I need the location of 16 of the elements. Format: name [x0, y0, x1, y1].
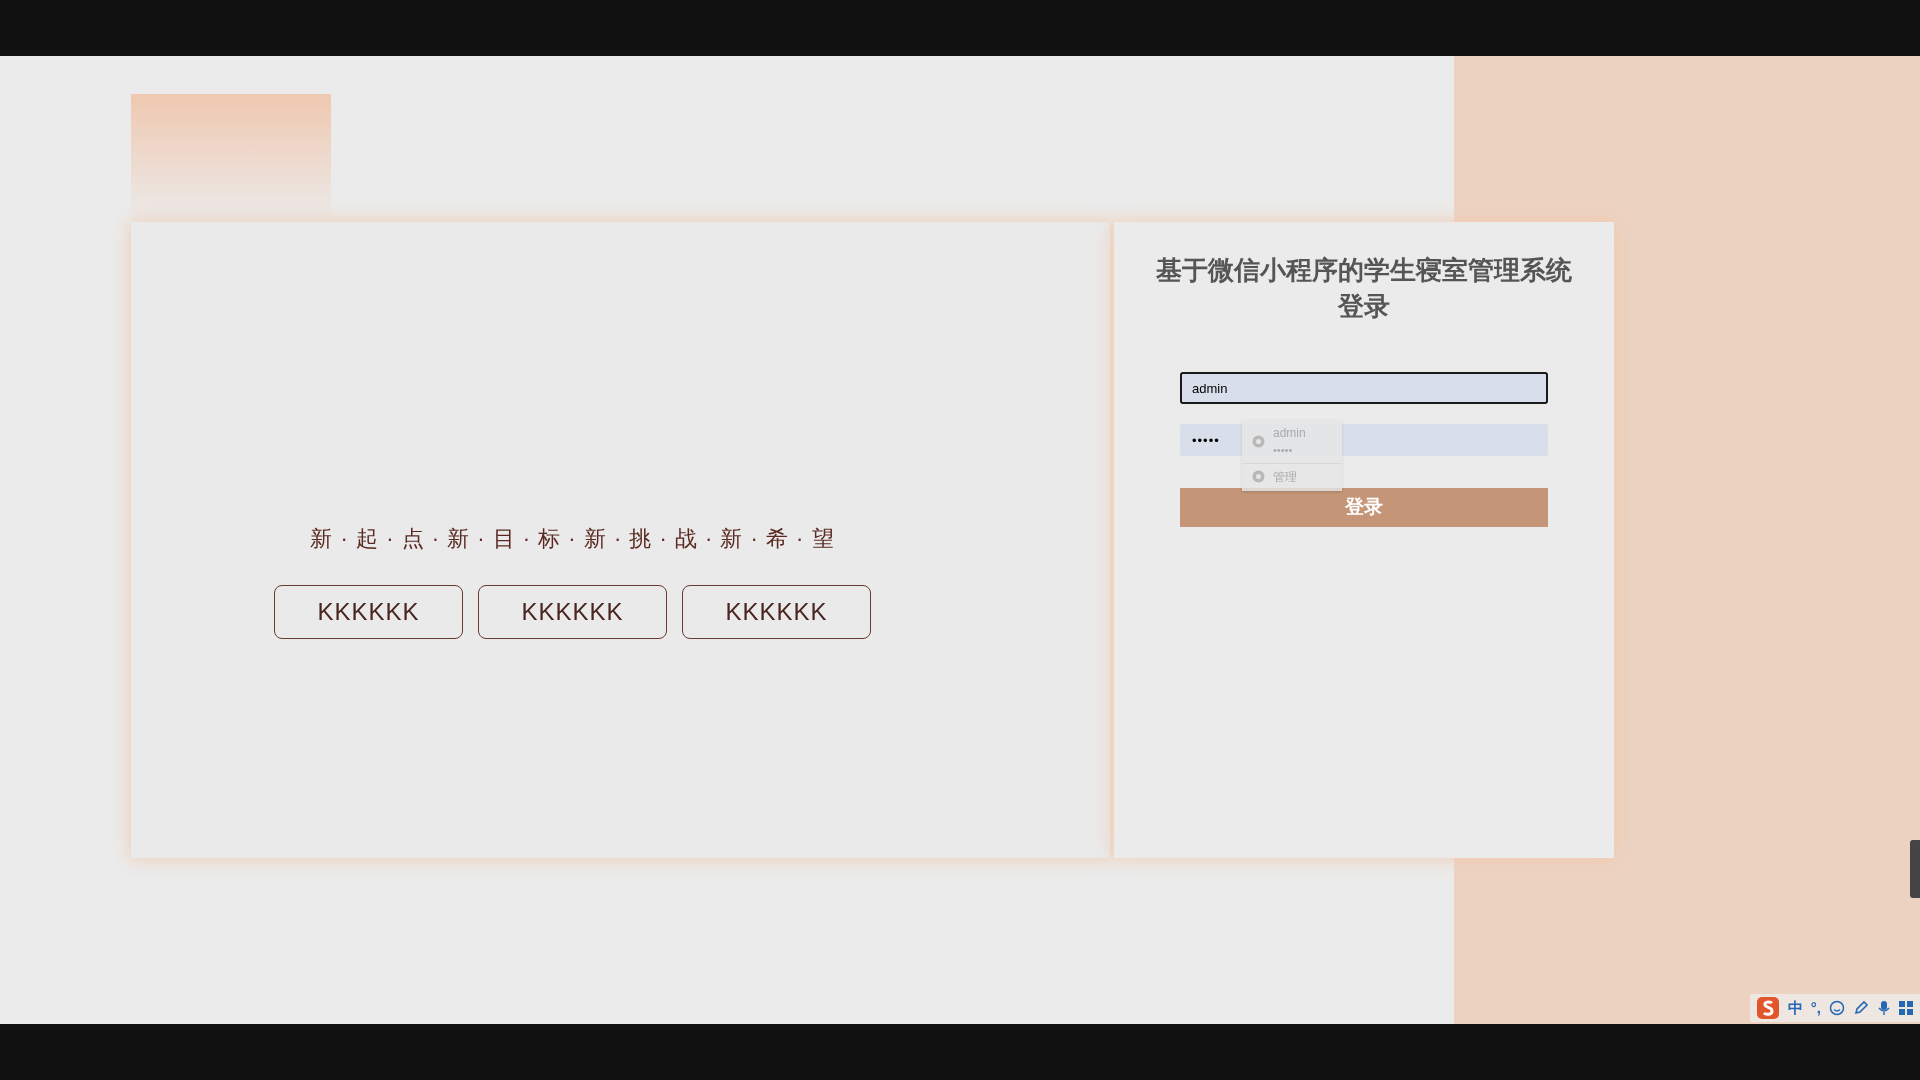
- ime-mode[interactable]: 中: [1787, 996, 1803, 1020]
- microphone-icon[interactable]: [1877, 1000, 1891, 1016]
- hero-button[interactable]: KKKKKK: [478, 584, 667, 639]
- pen-icon[interactable]: [1853, 1000, 1869, 1016]
- grid-icon[interactable]: [1899, 1000, 1914, 1016]
- slogan: 新 · 起 · 点 · 新 · 目 · 标 · 新 · 挑 · 战 · 新 · 希 · 望: [310, 524, 835, 553]
- smiley-icon[interactable]: [1829, 1000, 1845, 1016]
- hero-button[interactable]: KKKKKK: [274, 584, 463, 639]
- autofill-detail: •••••: [1273, 443, 1294, 458]
- ime-mode[interactable]: °,: [1810, 996, 1821, 1020]
- ime-logo-icon: [1755, 996, 1780, 1020]
- autofill-title: admin: [1273, 425, 1306, 442]
- scrollbar-handle: [1910, 840, 1920, 898]
- username-field[interactable]: admin: [1180, 372, 1548, 404]
- login-title: 基于微信小程序的学生寝室管理系统登录: [1155, 254, 1573, 323]
- hero-button[interactable]: KKKKKK: [682, 584, 871, 639]
